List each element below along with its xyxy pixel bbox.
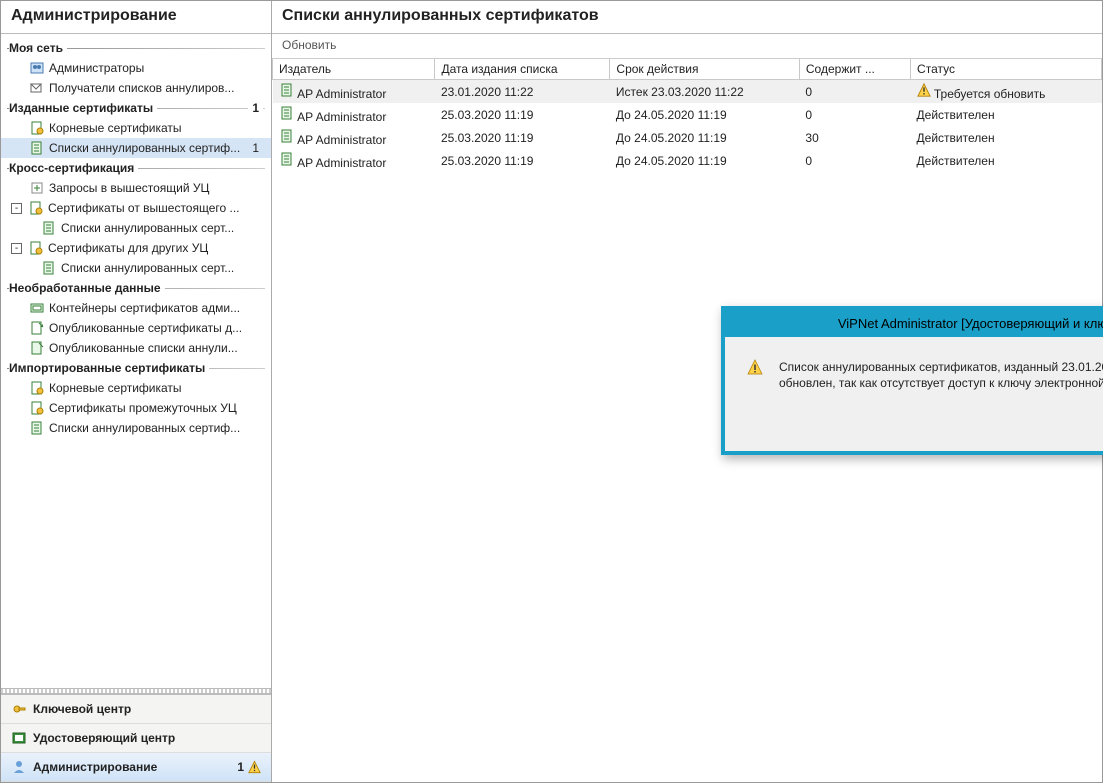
nav-item[interactable]: - Сертификаты для других УЦ: [1, 238, 271, 258]
bottom-tab-label: Администрирование: [33, 760, 157, 774]
group-title: Изданные сертификаты1: [1, 98, 271, 118]
request-icon: [29, 180, 45, 196]
crl-icon: [29, 140, 45, 156]
nav-item[interactable]: Списки аннулированных сертиф...: [1, 418, 271, 438]
group-title: Моя сеть: [1, 38, 271, 58]
nav-item[interactable]: Списки аннулированных серт...: [1, 258, 271, 278]
nav-tree: Моя сеть Администраторы Получатели списков…: [1, 34, 271, 688]
toolbar: Обновить: [272, 34, 1102, 59]
group-title: Кросс-сертификация: [1, 158, 271, 178]
ca-icon: [11, 730, 27, 746]
table-row[interactable]: AP Administrator25.03.2020 11:19До 24.05…: [273, 103, 1102, 126]
sidebar-title: Администрирование: [1, 1, 271, 34]
warning-icon: [747, 359, 763, 375]
pubcert-icon: [29, 320, 45, 336]
column-header[interactable]: Содержит ...: [799, 59, 910, 80]
nav-item[interactable]: Сертификаты промежуточных УЦ: [1, 398, 271, 418]
crl-icon: [279, 151, 295, 167]
nav-item[interactable]: Корневые сертификаты: [1, 378, 271, 398]
warning-dialog: ViPNet Administrator [Удостоверяющий и к…: [721, 306, 1103, 455]
pubcrl-icon: [29, 340, 45, 356]
bottom-tab[interactable]: Администрирование1: [1, 753, 271, 782]
nav-item-label: Администраторы: [49, 61, 265, 75]
nav-item-label: Получатели списков аннулиров...: [49, 81, 265, 95]
crl-icon: [279, 105, 295, 121]
tree-expander[interactable]: -: [11, 203, 22, 214]
table-row[interactable]: AP Administrator23.01.2020 11:22Истек 23…: [273, 80, 1102, 104]
dialog-title: ViPNet Administrator [Удостоверяющий и к…: [838, 316, 1103, 331]
crl-icon: [29, 420, 45, 436]
nav-item-label: Корневые сертификаты: [49, 381, 265, 395]
crl-icon: [279, 128, 295, 144]
warning-icon: [248, 761, 261, 774]
nav-item[interactable]: - Сертификаты от вышестоящего ...: [1, 198, 271, 218]
nav-item[interactable]: Администраторы: [1, 58, 271, 78]
table-row[interactable]: AP Administrator25.03.2020 11:19До 24.05…: [273, 149, 1102, 172]
nav-item-label: Опубликованные списки аннули...: [49, 341, 265, 355]
nav-item[interactable]: Списки аннулированных сертиф...1: [1, 138, 271, 158]
container-icon: [29, 300, 45, 316]
column-header[interactable]: Срок действия: [610, 59, 799, 80]
nav-item[interactable]: Контейнеры сертификатов адми...: [1, 298, 271, 318]
bottom-tab-label: Удостоверяющий центр: [33, 731, 175, 745]
column-header[interactable]: Издатель: [273, 59, 435, 80]
group-title: Импортированные сертификаты: [1, 358, 271, 378]
bottom-tab-label: Ключевой центр: [33, 702, 131, 716]
column-header[interactable]: Статус: [911, 59, 1102, 80]
nav-item-label: Сертификаты от вышестоящего ...: [48, 201, 265, 215]
keys-icon: [11, 701, 27, 717]
bottom-tab[interactable]: Удостоверяющий центр: [1, 724, 271, 753]
column-header[interactable]: Дата издания списка: [435, 59, 610, 80]
group-title: Необработанные данные: [1, 278, 271, 298]
cert-icon: [28, 240, 44, 256]
nav-item[interactable]: Списки аннулированных серт...: [1, 218, 271, 238]
nav-item[interactable]: Опубликованные списки аннули...: [1, 338, 271, 358]
recipients-icon: [29, 80, 45, 96]
nav-item-label: Сертификаты для других УЦ: [48, 241, 265, 255]
bottom-tab[interactable]: Ключевой центр: [1, 695, 271, 724]
cert-icon: [28, 200, 44, 216]
admin-icon: [11, 759, 27, 775]
crl-icon: [41, 220, 57, 236]
nav-item-label: Сертификаты промежуточных УЦ: [49, 401, 265, 415]
nav-item[interactable]: Корневые сертификаты: [1, 118, 271, 138]
nav-item-label: Опубликованные сертификаты д...: [49, 321, 265, 335]
crl-icon: [279, 82, 295, 98]
nav-item-label: Корневые сертификаты: [49, 121, 265, 135]
nav-item-label: Списки аннулированных серт...: [61, 261, 265, 275]
cert-icon: [29, 120, 45, 136]
dialog-message: Список аннулированных сертификатов, изда…: [779, 359, 1103, 391]
nav-item-label: Списки аннулированных сертиф...: [49, 421, 265, 435]
admins-icon: [29, 60, 45, 76]
tree-expander[interactable]: -: [11, 243, 22, 254]
nav-item-label: Запросы в вышестоящий УЦ: [49, 181, 265, 195]
warning-icon: [917, 83, 931, 97]
nav-item[interactable]: Получатели списков аннулиров...: [1, 78, 271, 98]
refresh-button[interactable]: Обновить: [282, 38, 336, 52]
table-row[interactable]: AP Administrator25.03.2020 11:19До 24.05…: [273, 126, 1102, 149]
nav-item-label: Списки аннулированных сертиф...: [49, 141, 248, 155]
crl-icon: [41, 260, 57, 276]
cert-icon: [29, 400, 45, 416]
nav-item-label: Контейнеры сертификатов адми...: [49, 301, 265, 315]
page-title: Списки аннулированных сертификатов: [272, 1, 1102, 34]
nav-item[interactable]: Опубликованные сертификаты д...: [1, 318, 271, 338]
cert-icon: [29, 380, 45, 396]
nav-item[interactable]: Запросы в вышестоящий УЦ: [1, 178, 271, 198]
nav-item-label: Списки аннулированных серт...: [61, 221, 265, 235]
